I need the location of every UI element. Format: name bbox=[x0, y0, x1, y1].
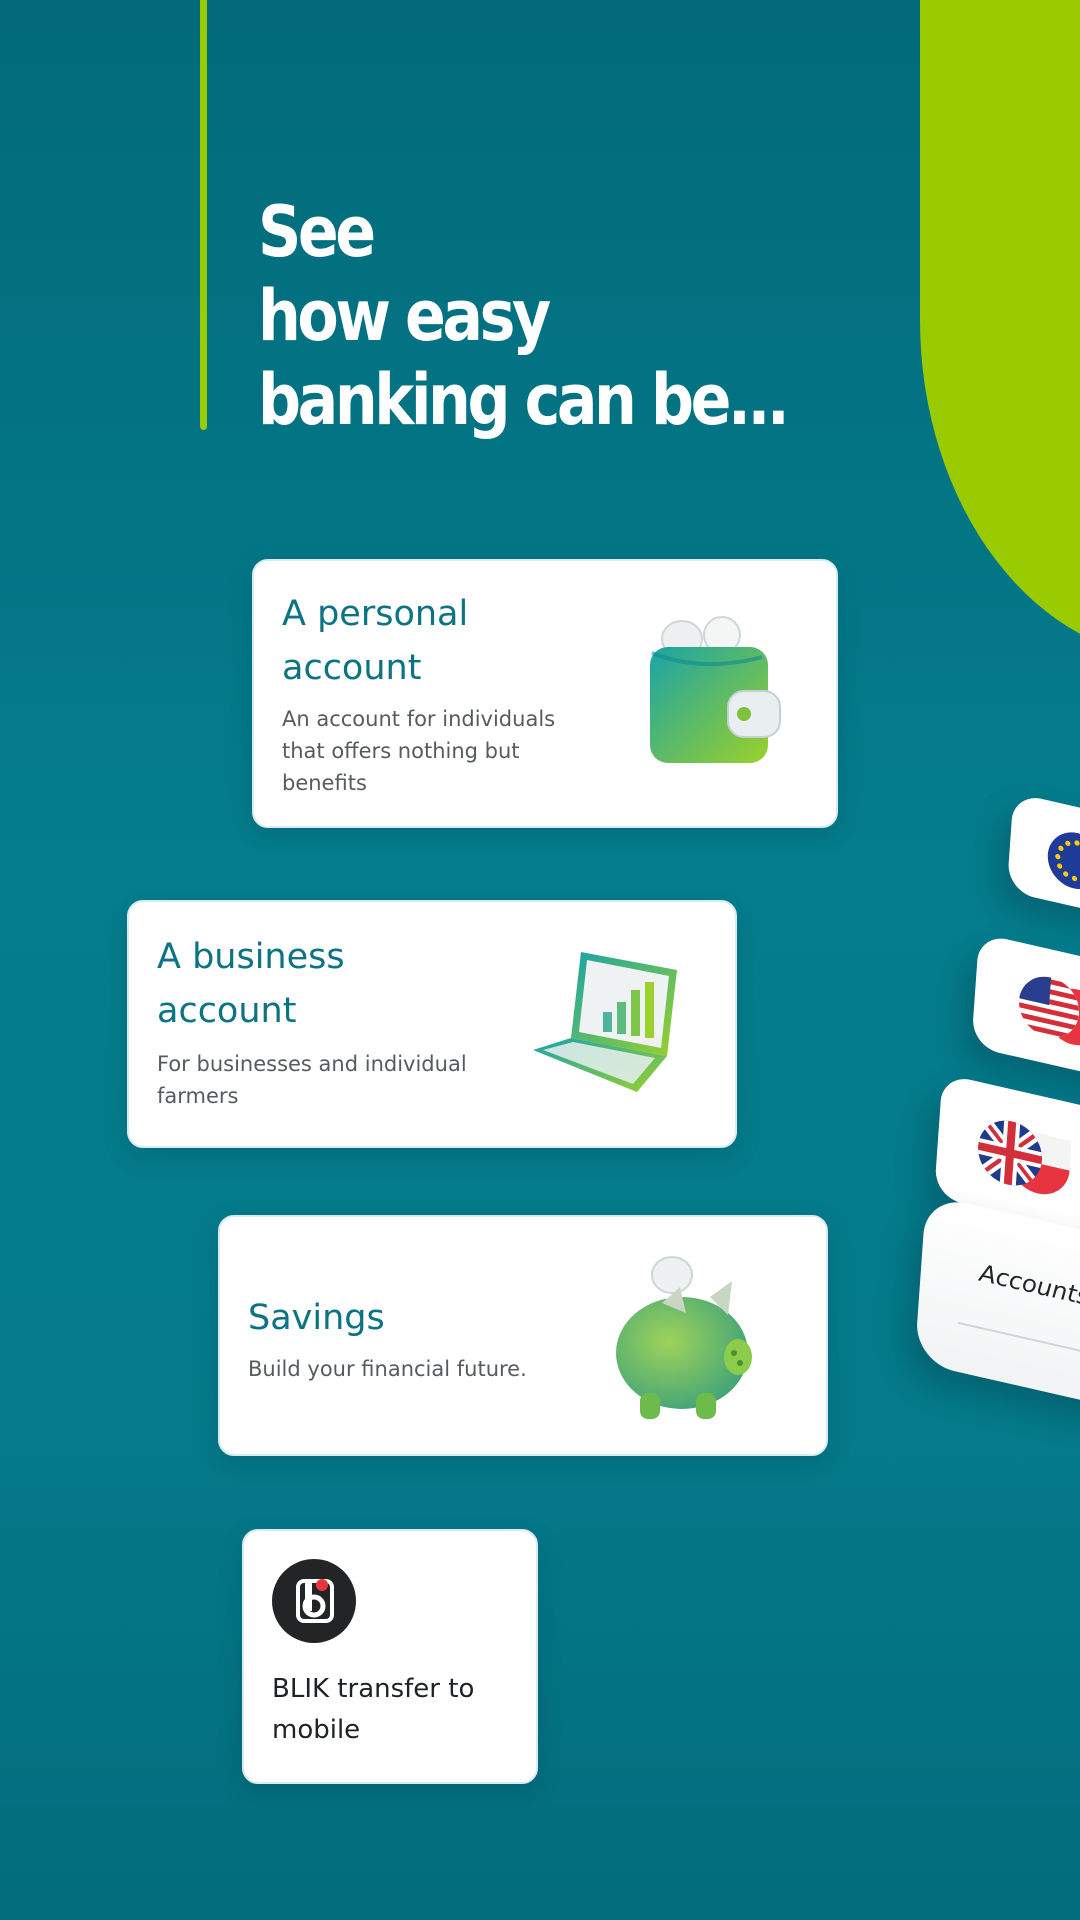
headline-line-2: how easy bbox=[258, 275, 551, 357]
personal-account-title: A personal account bbox=[282, 594, 469, 688]
headline-line-3: banking can be... bbox=[258, 359, 790, 441]
savings-card[interactable]: Savings Build your financial future. bbox=[218, 1215, 828, 1456]
blik-logo-icon bbox=[272, 1559, 356, 1643]
uk-flag-icon bbox=[975, 1114, 1072, 1195]
business-account-title: A business account bbox=[157, 937, 345, 1031]
accounts-label: Accounts bbox=[978, 1258, 1080, 1312]
laptop-chart-icon bbox=[527, 946, 687, 1096]
savings-description: Build your financial future. bbox=[248, 1357, 527, 1381]
decorative-lime-shape bbox=[920, 0, 1080, 660]
promo-screen: See how easy banking can be... A persona… bbox=[0, 0, 1080, 1920]
eu-flag-icon bbox=[1047, 832, 1080, 890]
blik-transfer-card[interactable]: BLIK transfer to mobile bbox=[242, 1529, 538, 1784]
accounts-divider bbox=[957, 1321, 1080, 1379]
us-flag-icon bbox=[1017, 970, 1080, 1046]
eur-account-tile[interactable] bbox=[1006, 792, 1080, 928]
accounts-tile[interactable]: Accounts bbox=[914, 1194, 1080, 1426]
savings-title: Savings bbox=[248, 1298, 385, 1338]
business-account-card[interactable]: A business account For businesses and in… bbox=[127, 900, 737, 1148]
personal-account-card[interactable]: A personal account An account for indivi… bbox=[252, 559, 838, 828]
business-account-description: For businesses and individual farmers bbox=[157, 1052, 467, 1108]
personal-account-description: An account for individuals that offers n… bbox=[282, 707, 556, 795]
usd-account-tile[interactable] bbox=[971, 932, 1080, 1093]
blik-transfer-label: BLIK transfer to mobile bbox=[272, 1674, 475, 1745]
headline: See how easy banking can be... bbox=[258, 190, 808, 442]
headline-line-1: See bbox=[258, 191, 376, 273]
piggy-bank-icon bbox=[610, 1253, 760, 1423]
wallet-icon bbox=[632, 613, 782, 773]
accent-bar bbox=[200, 0, 207, 430]
